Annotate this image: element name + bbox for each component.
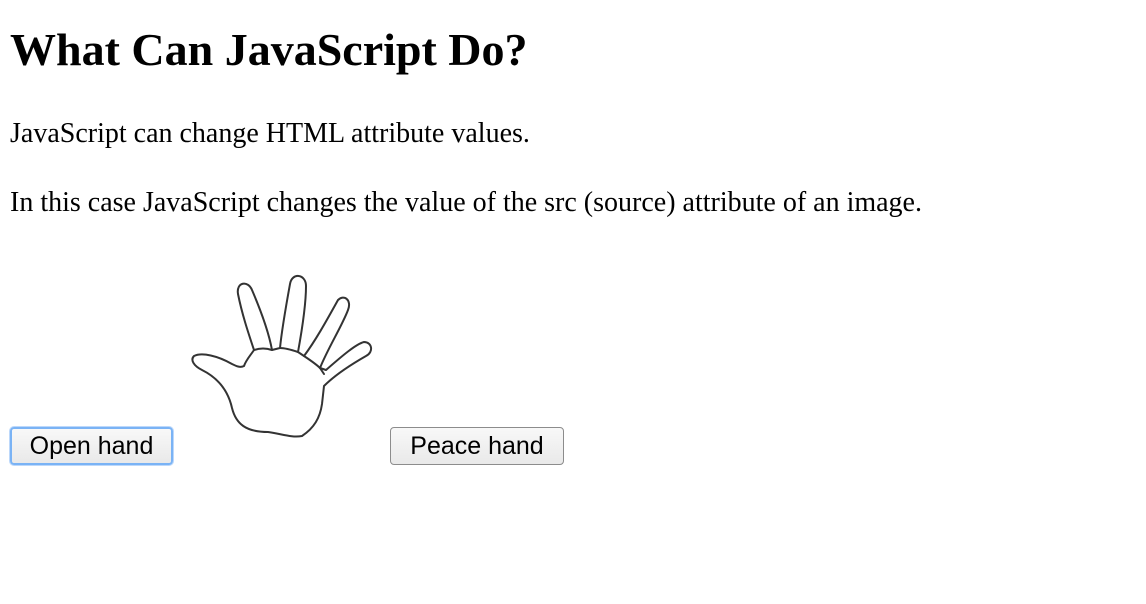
intro-paragraph: JavaScript can change HTML attribute val…	[10, 118, 530, 149]
peace-hand-button[interactable]: Peace hand	[390, 427, 564, 465]
description-paragraph: In this case JavaScript changes the valu…	[10, 187, 922, 218]
hand-palm-outline	[191, 275, 372, 438]
open-hand-button[interactable]: Open hand	[10, 427, 173, 465]
open-hand-icon	[191, 275, 372, 438]
page-title: What Can JavaScript Do?	[10, 24, 528, 75]
